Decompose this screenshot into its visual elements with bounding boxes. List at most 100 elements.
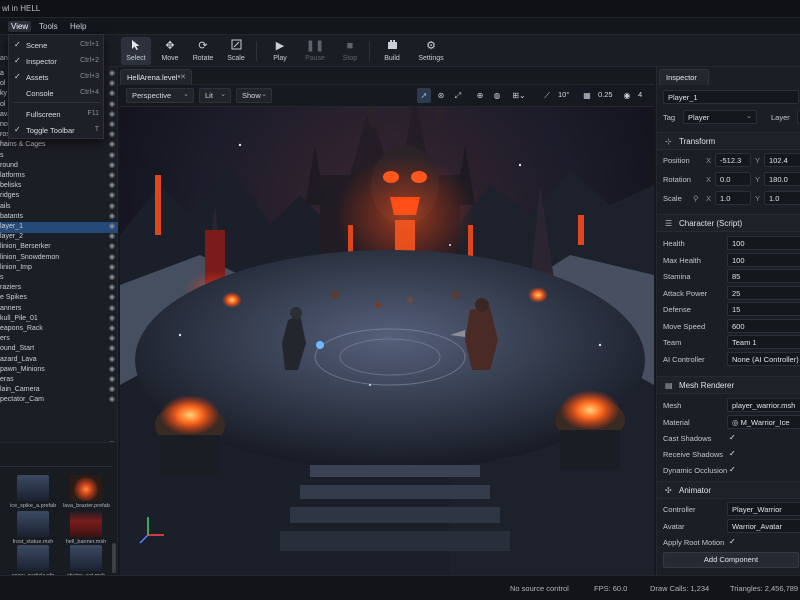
mesh-renderer-section-header[interactable]: ▤ Mesh Renderer bbox=[657, 376, 800, 394]
tag-dropdown[interactable]: Player ⌄ bbox=[683, 110, 757, 124]
character-prop-field[interactable]: 100 bbox=[727, 236, 800, 250]
visibility-eye-icon[interactable]: ◉ bbox=[109, 202, 115, 210]
view-menu-item[interactable]: Console Ctrl+4 bbox=[9, 85, 105, 101]
visibility-eye-icon[interactable]: ◉ bbox=[109, 89, 115, 97]
grid-size-value[interactable]: 0.25 bbox=[598, 90, 613, 99]
hierarchy-item[interactable]: eras ◉ bbox=[0, 375, 118, 386]
asset-tile[interactable]: lava_brazier.prefab bbox=[63, 475, 110, 511]
camera-speed-button[interactable]: ◉ bbox=[620, 88, 634, 103]
rotate-tool-button[interactable]: ⟳ Rotate bbox=[188, 37, 218, 65]
visibility-eye-icon[interactable]: ◉ bbox=[109, 181, 115, 189]
character-prop-field[interactable]: 25 bbox=[727, 285, 800, 300]
visibility-eye-icon[interactable]: ◉ bbox=[109, 171, 115, 179]
menu-tools[interactable]: Tools bbox=[36, 21, 61, 32]
asset-tile[interactable]: ice_spike_a.prefab bbox=[10, 475, 56, 511]
hierarchy-item[interactable]: pectator_Cam ◉ bbox=[0, 395, 118, 406]
grid-snap-button[interactable]: ▦ bbox=[580, 88, 594, 103]
animator-section-header[interactable]: ✣ Animator bbox=[657, 481, 800, 499]
tab-inspector[interactable]: Inspector bbox=[659, 69, 709, 85]
visibility-eye-icon[interactable]: ◉ bbox=[109, 365, 115, 373]
visibility-eye-icon[interactable]: ◉ bbox=[109, 151, 115, 159]
visibility-eye-icon[interactable]: ◉ bbox=[109, 273, 115, 281]
grid-toggle-button[interactable]: ⊞⌄ bbox=[508, 88, 530, 103]
visibility-eye-icon[interactable]: ◉ bbox=[109, 191, 115, 199]
avatar-field[interactable]: Warrior_Avatar bbox=[727, 519, 800, 533]
character-prop-field[interactable]: 600 bbox=[727, 318, 800, 333]
view-menu-item[interactable]: ✓ Inspector Ctrl+2 bbox=[9, 53, 105, 69]
visibility-eye-icon[interactable]: ◉ bbox=[109, 253, 115, 261]
visibility-eye-icon[interactable]: ◉ bbox=[109, 355, 115, 363]
visibility-eye-icon[interactable]: ◉ bbox=[109, 304, 115, 312]
select-tool-button[interactable]: Select bbox=[121, 37, 151, 65]
hierarchy-item[interactable]: e Spikes ◉ bbox=[0, 293, 118, 304]
view-menu-item[interactable]: Fullscreen F11 bbox=[9, 106, 105, 122]
tab-hellarena-level[interactable]: HellArena.level* ✕ bbox=[120, 69, 192, 85]
hierarchy-item[interactable]: round ◉ bbox=[0, 161, 118, 172]
hierarchy-item[interactable]: ridges ◉ bbox=[0, 191, 118, 202]
asset-tile[interactable]: frost_statue.msh bbox=[10, 511, 56, 547]
scale-y-field[interactable]: 1.0 bbox=[764, 191, 800, 205]
hierarchy-item[interactable]: s ◉ bbox=[0, 273, 118, 284]
menu-view[interactable]: View bbox=[8, 21, 32, 32]
hierarchy-item[interactable]: anners ◉ bbox=[0, 304, 118, 315]
build-button[interactable]: Build bbox=[377, 37, 407, 65]
visibility-eye-icon[interactable]: ◉ bbox=[109, 344, 115, 352]
character-prop-field[interactable]: 100 bbox=[727, 252, 800, 267]
camera-mode-dropdown[interactable]: Perspective ⌄ bbox=[126, 88, 194, 103]
settings-button[interactable]: ⚙ Settings bbox=[416, 37, 446, 65]
hierarchy-item[interactable]: belisks ◉ bbox=[0, 181, 118, 192]
transform-section-header[interactable]: ⊹ Transform bbox=[657, 132, 800, 150]
character-prop-field[interactable]: 85 bbox=[727, 269, 800, 283]
visibility-eye-icon[interactable]: ◉ bbox=[109, 263, 115, 271]
hierarchy-item[interactable]: kull_Pile_01 ◉ bbox=[0, 314, 118, 325]
root-motion-checkbox[interactable]: ✓ bbox=[729, 537, 736, 546]
add-component-button[interactable]: Add Component bbox=[663, 552, 799, 568]
move-tool-button[interactable]: ✥ Move bbox=[155, 37, 185, 65]
hierarchy-item[interactable]: batants ◉ bbox=[0, 212, 118, 223]
visibility-eye-icon[interactable]: ◉ bbox=[109, 314, 115, 322]
visibility-eye-icon[interactable]: ◉ bbox=[109, 283, 115, 291]
position-y-field[interactable]: 102.4 bbox=[764, 153, 800, 167]
hierarchy-item[interactable]: s ◉ bbox=[0, 151, 118, 162]
visibility-eye-icon[interactable]: ◉ bbox=[109, 212, 115, 220]
asset-tile[interactable]: hell_banner.msh bbox=[63, 511, 109, 547]
character-section-header[interactable]: ☰ Character (Script) bbox=[657, 214, 800, 232]
hierarchy-item[interactable]: raziers ◉ bbox=[0, 283, 118, 294]
visibility-eye-icon[interactable]: ◉ bbox=[109, 334, 115, 342]
rotation-y-field[interactable]: 180.0 bbox=[764, 172, 800, 186]
globe-button[interactable]: ◍ bbox=[490, 88, 504, 103]
cast-shadows-checkbox[interactable]: ✓ bbox=[729, 433, 736, 442]
orbit-button[interactable]: ⊛ bbox=[434, 88, 448, 103]
visibility-eye-icon[interactable]: ◉ bbox=[109, 120, 115, 128]
visibility-eye-icon[interactable]: ◉ bbox=[109, 79, 115, 87]
character-prop-field[interactable]: Team 1 bbox=[727, 335, 800, 349]
material-field[interactable]: ◎ M_Warrior_Ice bbox=[727, 415, 800, 429]
visibility-eye-icon[interactable]: ◉ bbox=[109, 222, 115, 230]
scale-tool-button[interactable]: Scale bbox=[221, 37, 251, 65]
view-menu-item[interactable]: ✓ Assets Ctrl+3 bbox=[9, 69, 105, 85]
dynamic-occlusion-checkbox[interactable]: ✓ bbox=[729, 465, 736, 474]
play-button[interactable]: ▶ Play bbox=[265, 37, 295, 65]
scale-x-field[interactable]: 1.0 bbox=[715, 191, 751, 205]
visibility-eye-icon[interactable]: ◉ bbox=[109, 161, 115, 169]
hierarchy-item[interactable]: ers ◉ bbox=[0, 334, 118, 345]
visibility-eye-icon[interactable]: ◉ bbox=[109, 324, 115, 332]
hierarchy-item[interactable]: linion_Snowdemon ◉ bbox=[0, 253, 118, 264]
character-prop-field[interactable]: 15 bbox=[727, 302, 800, 316]
hierarchy-item[interactable]: eapons_Rack ◉ bbox=[0, 324, 118, 335]
visibility-eye-icon[interactable]: ◉ bbox=[109, 375, 115, 383]
mesh-field[interactable]: player_warrior.msh bbox=[727, 398, 800, 412]
rotation-x-field[interactable]: 0.0 bbox=[715, 172, 751, 186]
visibility-eye-icon[interactable]: ◉ bbox=[109, 130, 115, 138]
stop-button[interactable]: ■ Stop bbox=[335, 37, 365, 65]
link-icon[interactable]: ⚲ bbox=[693, 194, 699, 203]
select-mode-button[interactable]: ➚ bbox=[417, 88, 431, 103]
character-prop-field[interactable]: None (AI Controller) bbox=[727, 351, 800, 366]
visibility-eye-icon[interactable]: ◉ bbox=[109, 110, 115, 118]
visibility-eye-icon[interactable]: ◉ bbox=[109, 385, 115, 393]
controller-field[interactable]: Player_Warrior bbox=[727, 502, 800, 516]
scene-viewport[interactable]: Perspective ⌄ Lit ⌄ Show ⌄ ➚ ⊛ ⤢ ⊕ ◍ ⊞⌄ … bbox=[120, 85, 654, 575]
view-menu-item[interactable]: ✓ Scene Ctrl+1 bbox=[9, 37, 105, 53]
hierarchy-item[interactable]: azard_Lava ◉ bbox=[0, 355, 118, 366]
menu-help[interactable]: Help bbox=[67, 21, 89, 32]
